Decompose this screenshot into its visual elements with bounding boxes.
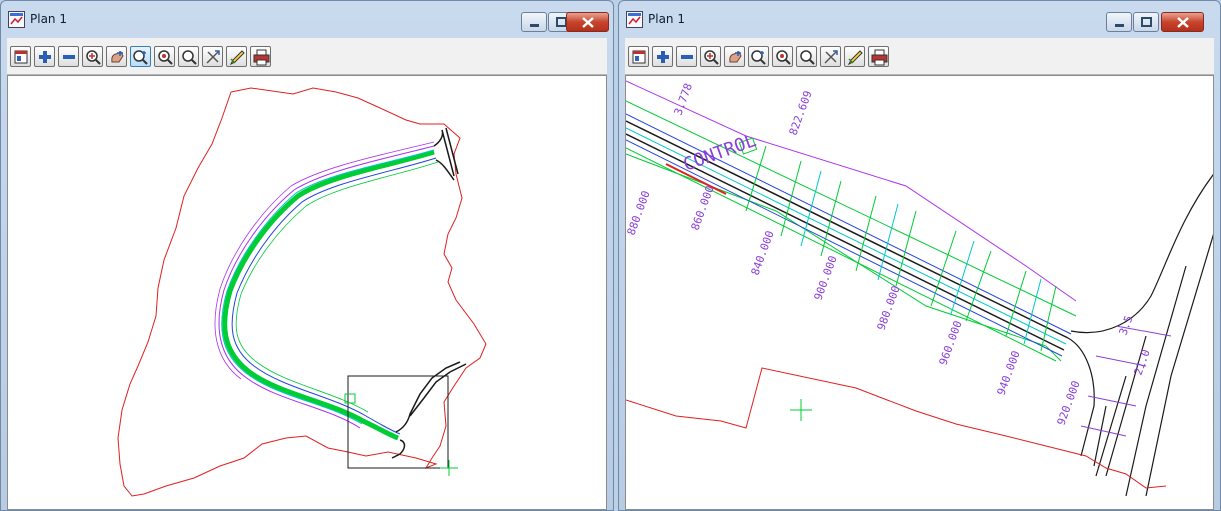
cursor-crosshair [440, 460, 458, 476]
print-button[interactable] [250, 46, 271, 67]
zoom-centre-icon [158, 50, 173, 65]
zoom-out-button[interactable] [58, 46, 79, 67]
plan-drawing [117, 87, 487, 497]
plan-app-icon [8, 11, 25, 28]
close-icon [1177, 17, 1189, 28]
chainage-labels: 880.000 860.000 840.000 900.000 980.000 … [626, 81, 1153, 427]
zoom-previous-icon [182, 50, 197, 65]
zoom-window-button[interactable] [748, 46, 769, 67]
pick-icon [847, 50, 863, 66]
road-string-green-2 [626, 147, 1057, 362]
zoom-window-button[interactable] [130, 46, 151, 67]
window-title: Plan 1 [30, 12, 67, 26]
zoom-out-icon [681, 55, 693, 59]
zoom-in-icon [39, 51, 51, 63]
zoom-centre-button[interactable] [154, 46, 175, 67]
rotate-button[interactable] [202, 46, 223, 67]
title-bar[interactable]: Plan 1 [619, 1, 1220, 37]
pan-icon [729, 51, 742, 63]
zoom-centre-icon [776, 50, 791, 65]
chainage-label: 860.000 [689, 184, 717, 232]
chainage-label: 900.000 [812, 254, 840, 302]
intersection-ticks [1080, 325, 1172, 437]
cross-section-lines [745, 145, 1057, 352]
road-name-label: CONTROL [681, 130, 760, 176]
chainage-label: 980.000 [875, 284, 903, 332]
plan-drawing: 880.000 860.000 840.000 900.000 980.000 … [626, 80, 1213, 497]
pan-button[interactable] [724, 46, 745, 67]
minimize-button[interactable] [521, 12, 547, 32]
zoom-out-button[interactable] [676, 46, 697, 67]
rotate-icon [824, 50, 838, 64]
road-magenta-line [214, 141, 435, 380]
toolbar [625, 38, 1214, 75]
chainage-label: 822.609 [787, 89, 815, 137]
minimize-icon [1115, 24, 1124, 27]
pick-icon [229, 50, 245, 66]
zoom-previous-button[interactable] [178, 46, 199, 67]
chainage-label: 940.000 [995, 349, 1023, 397]
zoom-window-icon [751, 50, 766, 65]
print-icon [871, 49, 888, 66]
zoom-previous-icon [800, 50, 815, 65]
chainage-label: 880.000 [626, 189, 653, 237]
zoom-centre-button[interactable] [772, 46, 793, 67]
cursor-crosshair [790, 399, 812, 421]
road-edge-inner [218, 145, 435, 429]
zoom-in-button[interactable] [652, 46, 673, 67]
plan-canvas[interactable]: 880.000 860.000 840.000 900.000 980.000 … [625, 75, 1214, 510]
plot-button[interactable] [10, 46, 31, 67]
maximize-button[interactable] [1133, 12, 1159, 32]
road-edge-top-magenta [626, 80, 1077, 302]
road-edge-bottom-green [626, 153, 1062, 362]
zoom-out-icon [63, 55, 75, 59]
pick-button[interactable] [844, 46, 865, 67]
chainage-label: 840.000 [749, 229, 777, 277]
chainage-label: 960.000 [937, 319, 965, 367]
zoom-extents-button[interactable] [82, 46, 103, 67]
chainage-label: 21.0 [1132, 348, 1153, 377]
title-bar[interactable]: Plan 1 [1, 1, 613, 37]
toolbar [7, 38, 607, 75]
plan-window-left: Plan 1 [0, 0, 614, 511]
zoom-in-icon [657, 51, 669, 63]
print-button[interactable] [868, 46, 889, 67]
zoom-extents-icon [86, 50, 101, 65]
plot-icon [14, 50, 28, 64]
window-title: Plan 1 [648, 12, 685, 26]
plan-canvas[interactable] [7, 75, 607, 510]
close-button[interactable] [1161, 12, 1204, 32]
close-icon [582, 17, 594, 28]
zoom-previous-button[interactable] [796, 46, 817, 67]
minimize-button[interactable] [1106, 12, 1132, 32]
pan-icon [111, 51, 124, 63]
site-boundary [117, 87, 487, 497]
site-boundary [626, 367, 1167, 489]
pan-button[interactable] [106, 46, 127, 67]
print-icon [253, 49, 270, 66]
zoom-in-button[interactable] [34, 46, 55, 67]
chainage-label: 920.000 [1055, 379, 1083, 427]
rotate-icon [206, 50, 220, 64]
plot-icon [632, 50, 646, 64]
rotate-button[interactable] [820, 46, 841, 67]
zoom-extents-button[interactable] [700, 46, 721, 67]
zoom-extents-icon [704, 50, 719, 65]
plan-window-right: Plan 1 880.000 860.000 840.000 900.000 9… [618, 0, 1221, 511]
road-string-green-1 [626, 100, 1077, 317]
zoom-window-icon [133, 50, 148, 65]
road-edge-outer [231, 157, 437, 435]
close-button[interactable] [566, 12, 609, 32]
chainage-label: 3.778 [672, 81, 696, 117]
plot-button[interactable] [628, 46, 649, 67]
plan-app-icon [626, 11, 643, 28]
chainage-label: 3.5 [1117, 314, 1136, 337]
minimize-icon [530, 24, 539, 27]
intersection-road-edges [1067, 174, 1213, 497]
maximize-icon [1141, 17, 1152, 27]
pick-button[interactable] [226, 46, 247, 67]
